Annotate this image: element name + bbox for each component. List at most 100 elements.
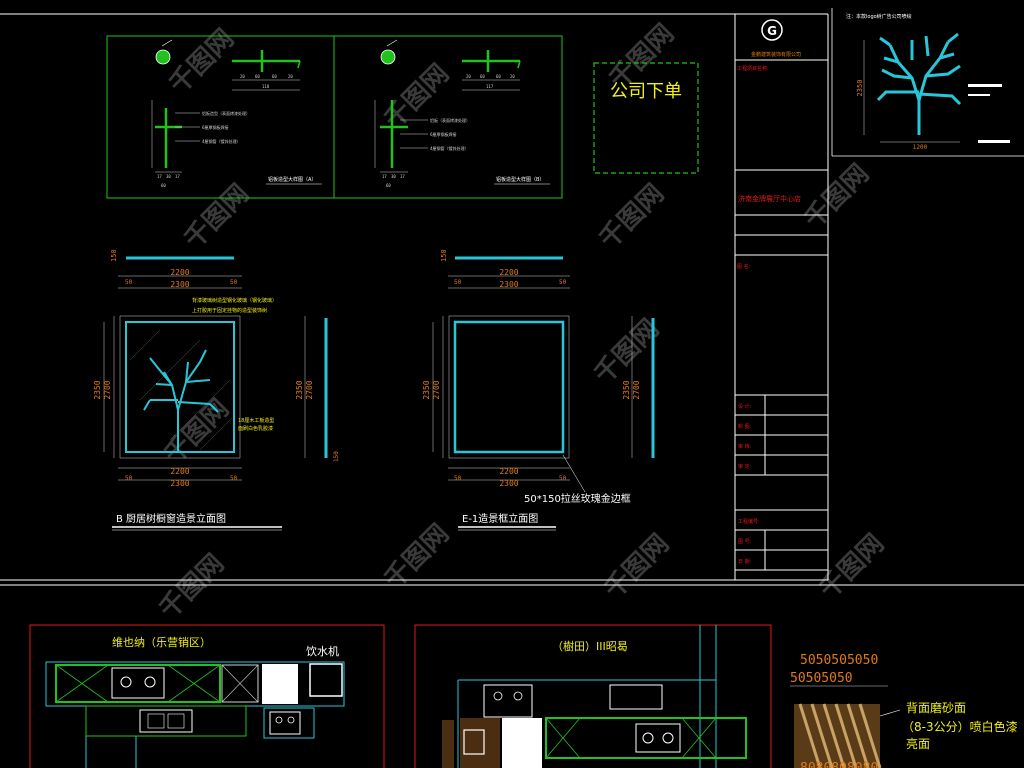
svg-text:20: 20 bbox=[288, 74, 293, 79]
plan-title: （樹田）III昭曷 bbox=[552, 640, 628, 653]
dimension-text: 2350 bbox=[856, 80, 864, 97]
svg-text:50: 50 bbox=[230, 475, 238, 482]
dimension-text: 2200 bbox=[170, 268, 189, 277]
plan-title: 维也纳（乐营销区） bbox=[112, 635, 211, 649]
callout-note: 上打胶用于固定挂物的造型装饰树 bbox=[192, 307, 267, 314]
company-name: 金鹏建筑装饰有限公司 bbox=[751, 51, 801, 58]
elevation-e1: 150 2200 2300 50 50 2350 2700 2350 2700 … bbox=[422, 249, 655, 531]
round-cap-icon bbox=[380, 49, 396, 65]
svg-text:60: 60 bbox=[386, 183, 391, 188]
title-row-project-no: 工程编号: bbox=[738, 518, 760, 525]
svg-text:50: 50 bbox=[125, 475, 133, 482]
elevation-title: B 厨居树橱窗造景立面图 bbox=[116, 512, 226, 525]
callout-note: 背漆玻璃树造型钢化玻璃（钢化玻璃） bbox=[192, 297, 277, 304]
svg-text:2300: 2300 bbox=[499, 280, 518, 289]
svg-text:2700: 2700 bbox=[632, 380, 641, 399]
svg-text:50: 50 bbox=[454, 475, 462, 482]
svg-text:50: 50 bbox=[559, 279, 567, 286]
dimension-text: 1200 bbox=[913, 144, 928, 151]
tree-logo-inset: 注：本款logo树广告公司喷绘 2350 1200 bbox=[831, 8, 1024, 157]
dimension-text: 2350 bbox=[93, 380, 102, 399]
watermark-text: 千图网 bbox=[154, 549, 230, 625]
note-text: 铝板（表面烤漆处理） bbox=[430, 117, 470, 123]
sink-icon bbox=[609, 684, 663, 710]
watermark-text: 千图网 bbox=[179, 179, 255, 255]
svg-text:17: 17 bbox=[400, 174, 405, 179]
round-cap-icon bbox=[155, 49, 171, 65]
svg-text:30: 30 bbox=[166, 174, 171, 179]
svg-text:150: 150 bbox=[440, 249, 448, 262]
svg-text:2200: 2200 bbox=[499, 467, 518, 476]
note-text: 6厘厚钢板焊接 bbox=[202, 124, 229, 130]
svg-text:2700: 2700 bbox=[305, 380, 314, 399]
svg-text:50: 50 bbox=[559, 475, 567, 482]
svg-text:60: 60 bbox=[272, 74, 277, 79]
svg-text:20: 20 bbox=[240, 74, 245, 79]
project-name-value: 济南金牌展厅中心店 bbox=[738, 194, 801, 203]
svg-text:20: 20 bbox=[510, 74, 515, 79]
cooktop-icon bbox=[111, 667, 165, 699]
note-text: 4厘钢管（镀锌处理） bbox=[430, 145, 469, 151]
title-row-check: 审 核: bbox=[738, 443, 752, 450]
callout-note: 50*150拉丝玫瑰金边框 bbox=[524, 492, 631, 505]
callout-note: 面刷白色乳胶漆 bbox=[238, 425, 273, 432]
svg-text:2700: 2700 bbox=[432, 380, 441, 399]
dimension-text: 50505050 bbox=[790, 671, 853, 686]
svg-text:150: 150 bbox=[110, 249, 118, 262]
svg-text:118: 118 bbox=[262, 84, 270, 89]
svg-text:60: 60 bbox=[496, 74, 501, 79]
note-text: 6厘厚钢板焊接 bbox=[430, 131, 457, 137]
elevation-b: 150 2200 2300 50 50 2350 2700 2350 2700 … bbox=[93, 249, 340, 531]
svg-text:17: 17 bbox=[175, 174, 180, 179]
watermark-text: 千图网 bbox=[814, 529, 890, 605]
dimension-text: 5050505050 bbox=[800, 653, 878, 668]
note-text: 铝板造型（表面烤漆处理） bbox=[202, 110, 250, 116]
svg-text:2350: 2350 bbox=[295, 380, 304, 399]
watermark-text: 千图网 bbox=[164, 24, 240, 100]
svg-text:60: 60 bbox=[161, 183, 166, 188]
svg-text:50: 50 bbox=[230, 279, 238, 286]
logo-tree-icon bbox=[876, 32, 962, 135]
callout-note: 18厘木工板造型 bbox=[238, 417, 274, 424]
drawing-name-label: 图 名: bbox=[737, 263, 751, 270]
material-note: 亮面 bbox=[906, 736, 930, 751]
detail-caption: 铝板造型大样图（B） bbox=[496, 176, 544, 183]
dimension-text: 8080808080 bbox=[800, 761, 878, 768]
material-note: 背面磨砂面 bbox=[906, 701, 966, 715]
svg-text:20: 20 bbox=[466, 74, 471, 79]
svg-text:2350: 2350 bbox=[422, 380, 431, 399]
stove-icon bbox=[269, 711, 301, 735]
sheet-frame bbox=[0, 13, 1024, 586]
svg-text:17: 17 bbox=[157, 174, 162, 179]
cad-drawing-canvas[interactable]: 千图网 千图网 千图网 千图网 千图网 千图网 千图网 千图网 千图网 千图网 … bbox=[0, 0, 1024, 768]
detail-left: 20 60 60 20 118 17 30 17 60 铝板造型（表面烤漆处理）… bbox=[151, 39, 322, 188]
dimension-text: 2700 bbox=[103, 380, 112, 399]
project-name-label: 工程项目名称: bbox=[737, 65, 769, 72]
title-row-drawing-no: 图 号: bbox=[738, 539, 752, 545]
svg-text:2300: 2300 bbox=[170, 479, 189, 488]
plan-left: 维也纳（乐营销区） 饮水机 bbox=[29, 624, 385, 768]
watermark-text: 千图网 bbox=[379, 519, 455, 595]
watermark-text: 千图网 bbox=[594, 179, 670, 255]
stove-icon bbox=[483, 684, 533, 718]
svg-text:60: 60 bbox=[480, 74, 485, 79]
title-row-date: 日 期: bbox=[738, 559, 752, 565]
svg-text:2300: 2300 bbox=[499, 479, 518, 488]
svg-text:2200: 2200 bbox=[499, 268, 518, 277]
svg-text:60: 60 bbox=[255, 74, 260, 79]
svg-text:2350: 2350 bbox=[622, 380, 631, 399]
dimension-text: 2300 bbox=[170, 280, 189, 289]
plan-middle: （樹田）III昭曷 bbox=[414, 624, 772, 768]
watermark-text: 千图网 bbox=[379, 59, 455, 135]
title-block: G 金鹏建筑装饰有限公司 工程项目名称: 济南金牌展厅中心店 图 名: 设 计:… bbox=[735, 19, 828, 571]
plan-label: 饮水机 bbox=[306, 644, 339, 658]
inset-note: 注：本款logo树广告公司喷绘 bbox=[846, 13, 912, 20]
elevation-title: E-1造景框立面图 bbox=[462, 512, 538, 525]
water-dispenser-icon bbox=[309, 663, 343, 697]
svg-text:30: 30 bbox=[391, 174, 396, 179]
logo-letter: G bbox=[767, 24, 777, 38]
title-row-approve: 审 定: bbox=[738, 463, 752, 470]
pattern-detail: 5050505050 50505050 8080808080 背面磨砂面 （8-… bbox=[790, 653, 1018, 768]
svg-text:117: 117 bbox=[486, 84, 494, 89]
wood-slat-panel bbox=[794, 704, 880, 768]
